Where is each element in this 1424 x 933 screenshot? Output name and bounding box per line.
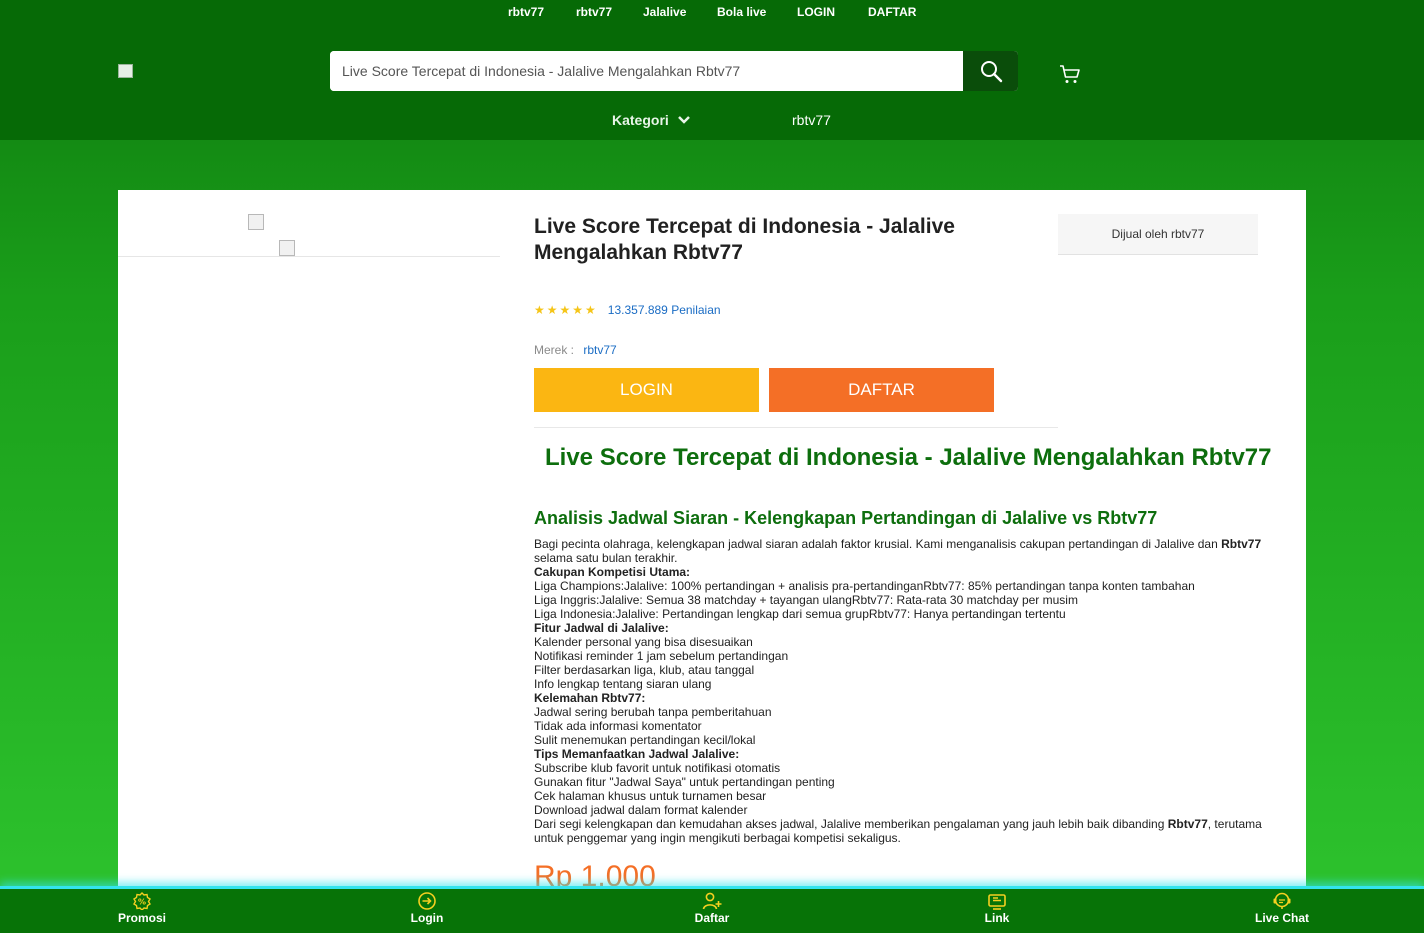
rating: ★★★★★ 13.357.889 Penilaian — [534, 303, 721, 317]
section-title: Tips Memanfaatkan Jadwal Jalalive: — [534, 747, 740, 761]
product-card: Live Score Tercepat di Indonesia - Jalal… — [118, 190, 1306, 890]
list-item: Download jadwal dalam format kalender — [534, 803, 748, 817]
chat-icon — [1273, 892, 1291, 909]
bottom-nav-label: Daftar — [694, 911, 730, 925]
list-item: Cek halaman khusus untuk turnamen besar — [534, 789, 767, 803]
brand-label: Merek : — [534, 343, 575, 357]
top-link-daftar[interactable]: DAFTAR — [868, 5, 916, 19]
list-item: Kalender personal yang bisa disesuaikan — [534, 635, 753, 649]
article-outro: Dari segi kelengkapan dan kemudahan akse… — [534, 817, 1262, 845]
article-heading: Live Score Tercepat di Indonesia - Jalal… — [545, 444, 1272, 471]
product-title: Live Score Tercepat di Indonesia - Jalal… — [534, 215, 955, 264]
bottom-nav-label: Link — [984, 911, 1010, 925]
bottom-nav-login[interactable]: Login — [382, 892, 472, 925]
register-icon — [702, 892, 722, 910]
list-item: Gunakan fitur "Jadwal Saya" untuk pertan… — [534, 775, 835, 789]
top-link-jalalive[interactable]: Jalalive — [643, 5, 686, 19]
header: rbtv77 rbtv77 Jalalive Bola live LOGIN D… — [0, 0, 1424, 140]
list-item: Notifikasi reminder 1 jam sebelum pertan… — [534, 649, 789, 663]
svg-text:%: % — [138, 898, 146, 907]
list-item: Sulit menemukan pertandingan kecil/lokal — [534, 733, 756, 747]
article-body: Bagi pecinta olahraga, kelengkapan jadwa… — [534, 537, 1274, 845]
daftar-button[interactable]: DAFTAR — [769, 368, 994, 412]
section-title: Kelemahan Rbtv77: — [534, 691, 646, 705]
section-title: Fitur Jadwal di Jalalive: — [534, 621, 669, 635]
kategori-dropdown[interactable]: Kategori — [612, 112, 691, 128]
article-intro: Bagi pecinta olahraga, kelengkapan jadwa… — [534, 537, 1262, 565]
chevron-down-icon — [677, 116, 690, 124]
top-link-rbtv77[interactable]: rbtv77 — [508, 5, 544, 19]
site-logo[interactable] — [118, 64, 133, 78]
star-rating-icon: ★★★★★ — [534, 303, 598, 317]
list-item: Liga Champions:Jalalive: 100% pertanding… — [534, 579, 1195, 593]
list-item: Tidak ada informasi komentator — [534, 719, 702, 733]
bottom-nav-label: Live Chat — [1254, 911, 1309, 925]
search-icon — [980, 61, 1002, 83]
nav-link-rbtv77[interactable]: rbtv77 — [792, 112, 831, 128]
seller-box[interactable]: Dijual oleh rbtv77 — [1058, 214, 1258, 255]
search-button[interactable] — [963, 51, 1018, 91]
list-item: Subscribe klub favorit untuk notifikasi … — [534, 761, 781, 775]
product-gallery — [118, 190, 500, 257]
bottom-nav-promosi[interactable]: % Promosi — [97, 892, 187, 925]
bottom-nav: % Promosi Login Daftar Link Live Chat — [0, 886, 1424, 933]
promo-icon: % — [133, 892, 151, 910]
list-item: Liga Inggris:Jalalive: Semua 38 matchday… — [534, 593, 1078, 607]
top-links: rbtv77 rbtv77 Jalalive Bola live LOGIN D… — [0, 5, 1424, 21]
top-link-rbtv77-2[interactable]: rbtv77 — [576, 5, 612, 19]
kategori-label: Kategori — [612, 112, 669, 128]
brand-row: Merek : rbtv77 — [534, 343, 617, 357]
list-item: Liga Indonesia:Jalalive: Pertandingan le… — [534, 607, 1066, 621]
bottom-nav-label: Login — [410, 911, 444, 925]
search-input[interactable] — [330, 51, 963, 91]
bottom-nav-daftar[interactable]: Daftar — [667, 892, 757, 925]
list-item: Info lengkap tentang siaran ulang — [534, 677, 712, 691]
login-button[interactable]: LOGIN — [534, 368, 759, 412]
top-link-bola-live[interactable]: Bola live — [717, 5, 766, 19]
rating-count[interactable]: 13.357.889 Penilaian — [608, 303, 721, 317]
article-subheading: Analisis Jadwal Siaran - Kelengkapan Per… — [534, 508, 1158, 528]
login-icon — [418, 892, 436, 910]
list-item: Filter berdasarkan liga, klub, atau tang… — [534, 663, 755, 677]
search-bar — [330, 51, 1018, 91]
bottom-nav-live-chat[interactable]: Live Chat — [1237, 892, 1327, 925]
section-title: Cakupan Kompetisi Utama: — [534, 565, 691, 579]
divider — [534, 427, 1058, 428]
link-icon — [988, 894, 1006, 910]
category-nav: Kategori rbtv77 — [0, 112, 1424, 132]
product-thumbnail[interactable] — [279, 240, 295, 256]
product-image[interactable] — [248, 214, 264, 230]
list-item: Jadwal sering berubah tanpa pemberitahua… — [534, 705, 772, 719]
brand-link[interactable]: rbtv77 — [583, 343, 616, 357]
top-link-login[interactable]: LOGIN — [797, 5, 835, 19]
bottom-nav-link[interactable]: Link — [952, 892, 1042, 925]
bottom-nav-label: Promosi — [117, 911, 166, 925]
cart-icon[interactable] — [1058, 62, 1082, 86]
